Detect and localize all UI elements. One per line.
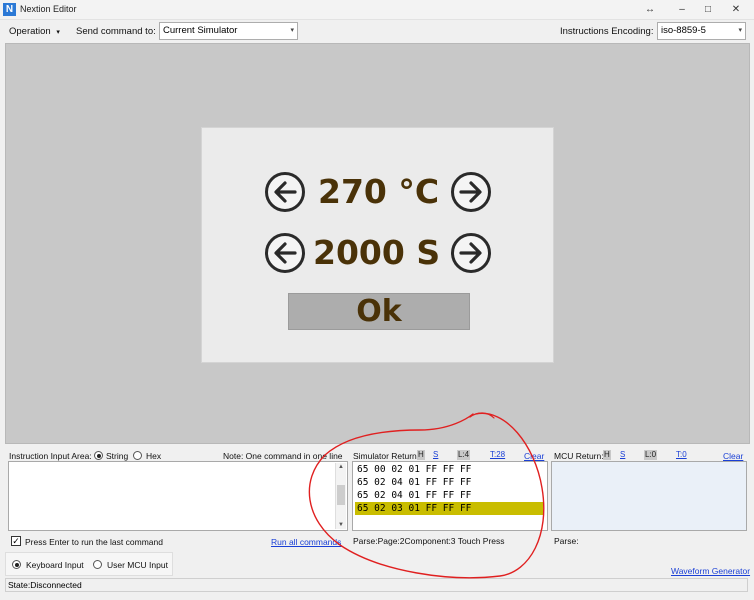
encoding-value: iso-8859-5 — [661, 25, 706, 36]
send-command-value: Current Simulator — [163, 25, 238, 36]
keyboard-input-radio[interactable] — [12, 560, 21, 569]
string-radio[interactable] — [94, 451, 103, 460]
scroll-up-icon[interactable]: ▲ — [337, 464, 345, 470]
string-radio-label: String — [106, 451, 129, 461]
scroll-down-icon[interactable]: ▼ — [337, 522, 345, 528]
list-item[interactable]: 65 02 04 01 FF FF FF — [355, 489, 543, 502]
simulator-return-list[interactable]: 65 00 02 01 FF FF FF 65 02 04 01 FF FF F… — [352, 461, 548, 531]
window-title: Nextion Editor — [20, 4, 77, 14]
instruction-input-label: Instruction Input Area: — [9, 451, 92, 461]
arrow-left-icon[interactable] — [264, 171, 306, 213]
sim-string-button[interactable]: S — [432, 450, 439, 460]
minimize-button[interactable]: – — [670, 2, 694, 18]
press-enter-label: Press Enter to run the last command — [25, 537, 163, 547]
mcu-length-button[interactable]: L:0 — [644, 450, 658, 460]
encoding-label: Instructions Encoding: — [560, 26, 654, 37]
scrollbar-thumb[interactable] — [337, 485, 345, 505]
send-command-select[interactable]: Current Simulator ▾ — [159, 22, 298, 40]
chevron-down-icon: ▾ — [56, 29, 60, 36]
sim-parse-text: Parse:Page:2Component:3 Touch Press — [353, 536, 505, 546]
title-bar: N Nextion Editor ↔ – □ ✕ — [0, 0, 754, 20]
instruction-note: Note: One command in one line — [223, 451, 343, 461]
temperature-value: 270 °C — [318, 172, 440, 211]
sim-hex-button[interactable]: H — [417, 450, 425, 460]
mcu-timeout-button[interactable]: T:0 — [675, 450, 688, 460]
arrow-left-icon[interactable] — [264, 232, 306, 274]
list-item[interactable]: 65 00 02 01 FF FF FF — [355, 463, 543, 476]
ok-button[interactable]: Ok — [288, 293, 470, 330]
sim-length-button[interactable]: L:4 — [457, 450, 471, 460]
keyboard-input-label: Keyboard Input — [26, 560, 84, 570]
mcu-parse-text: Parse: — [554, 536, 579, 546]
arrow-right-icon[interactable] — [450, 232, 492, 274]
operation-menu-label: Operation — [9, 26, 51, 37]
chevron-down-icon: ▾ — [290, 27, 294, 34]
operation-menu[interactable]: Operation ▾ — [9, 26, 60, 37]
encoding-select[interactable]: iso-8859-5 ▾ — [657, 22, 746, 40]
hex-radio-label: Hex — [146, 451, 162, 461]
list-item[interactable]: 65 02 04 01 FF FF FF — [355, 476, 543, 489]
input-source-group: Keyboard Input User MCU Input — [5, 552, 173, 576]
mcu-string-button[interactable]: S — [619, 450, 626, 460]
toolbar: Operation ▾ Send command to: Current Sim… — [0, 20, 754, 42]
press-enter-checkbox[interactable]: ✓ — [11, 536, 21, 546]
arrow-right-icon[interactable] — [450, 171, 492, 213]
device-screen: 270 °C 2000 S Ok — [201, 127, 554, 363]
waveform-generator-link[interactable]: Waveform Generator — [671, 566, 750, 576]
simulator-return-label: Simulator Return: — [353, 451, 420, 461]
run-all-commands-link[interactable]: Run all commands — [271, 537, 341, 547]
sim-timeout-button[interactable]: T:28 — [489, 450, 506, 460]
send-command-label: Send command to: — [76, 26, 156, 37]
status-bar: State:Disconnected — [5, 578, 748, 592]
close-button[interactable]: ✕ — [724, 2, 748, 18]
maximize-button[interactable]: □ — [696, 2, 720, 18]
simulator-canvas: 270 °C 2000 S Ok — [5, 43, 750, 444]
user-mcu-input-radio[interactable] — [93, 560, 102, 569]
chevron-down-icon: ▾ — [738, 27, 742, 34]
status-text: State:Disconnected — [8, 580, 82, 590]
instruction-scrollbar[interactable]: ▲ ▼ — [335, 463, 346, 529]
sim-clear-link[interactable]: Clear — [524, 451, 544, 461]
mcu-clear-link[interactable]: Clear — [723, 451, 743, 461]
resize-icon[interactable]: ↔ — [638, 2, 662, 18]
mcu-return-label: MCU Return: — [554, 451, 604, 461]
time-value: 2000 S — [313, 233, 441, 272]
debug-panel: Instruction Input Area: String Hex Note:… — [5, 448, 750, 576]
user-mcu-input-label: User MCU Input — [107, 560, 168, 570]
list-item-selected[interactable]: 65 02 03 01 FF FF FF — [355, 502, 543, 515]
hex-radio[interactable] — [133, 451, 142, 460]
nextion-logo-icon: N — [3, 3, 16, 16]
mcu-hex-button[interactable]: H — [603, 450, 611, 460]
instruction-input-area[interactable]: ▲ ▼ — [8, 461, 348, 531]
mcu-return-list[interactable] — [551, 461, 747, 531]
